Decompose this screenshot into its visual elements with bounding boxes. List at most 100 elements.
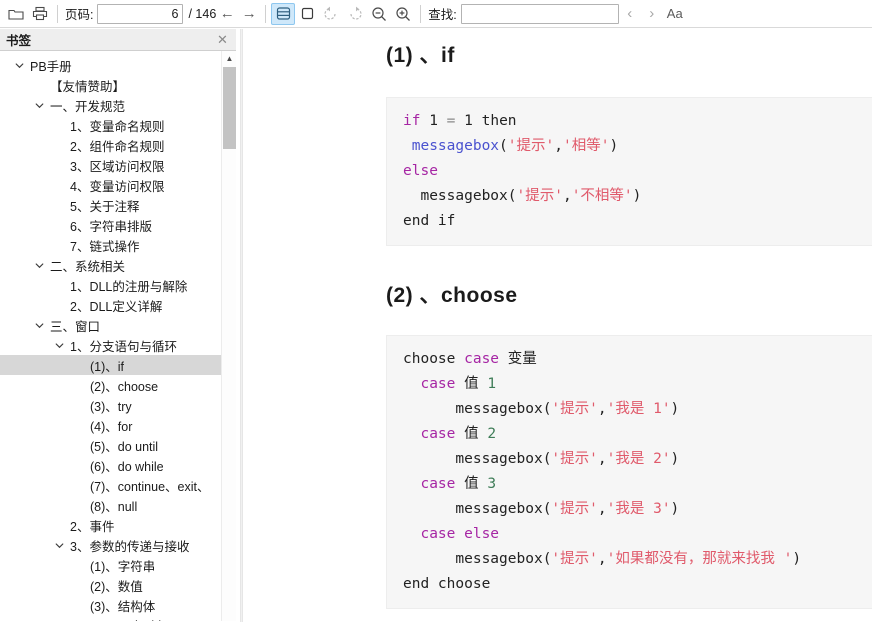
- rotate-left-icon[interactable]: [319, 3, 343, 25]
- bookmark-item[interactable]: (7)、continue、exit、: [0, 475, 221, 495]
- document-viewport[interactable]: (1) 、if if 1 = 1 then messagebox('提示','相…: [245, 29, 872, 622]
- bookmark-item-label: 3、参数的传递与接收: [70, 539, 190, 554]
- bookmark-item[interactable]: (3)、结构体: [0, 595, 221, 615]
- chevron-down-icon[interactable]: [32, 98, 46, 112]
- bookmarks-panel: 书签 ✕ PB手册 【友情赞助】 一、开发规范 1、变量命名规则 2、组件命名规则 3、区…: [0, 29, 236, 622]
- code-line: case 值 2: [403, 422, 872, 447]
- bookmarks-tree-viewport: PB手册 【友情赞助】一、开发规范 1、变量命名规则 2、组件命名规则 3、区域访问权限…: [0, 51, 236, 621]
- code-token-plain: 变量: [499, 351, 537, 367]
- code-token-str: '提示': [551, 501, 598, 517]
- bookmark-item-label: 6、字符串排版: [70, 219, 152, 234]
- bookmark-item[interactable]: 1、DLL的注册与解除: [0, 275, 221, 295]
- code-token-plain: 值: [455, 376, 488, 392]
- bookmark-item[interactable]: 一、开发规范: [0, 95, 221, 115]
- toolbar: 页码: / 146 ← →: [0, 0, 872, 28]
- heading-if: (1) 、if: [386, 44, 455, 67]
- bookmark-item-label: (7)、continue、exit、: [90, 479, 210, 494]
- bookmark-item[interactable]: 2、组件命名规则: [0, 135, 221, 155]
- bookmark-item[interactable]: (3)、try: [0, 395, 221, 415]
- bookmark-item-label: 一、开发规范: [50, 99, 126, 114]
- scrollbar-thumb[interactable]: [223, 67, 236, 149]
- bookmark-item[interactable]: (1)、字符串: [0, 555, 221, 575]
- page-number-input[interactable]: [97, 3, 184, 24]
- code-token-kw: case: [420, 376, 456, 392]
- code-line: messagebox('提示','相等'): [403, 134, 872, 159]
- bookmark-item[interactable]: 4、变量访问权限: [0, 175, 221, 195]
- bookmark-item[interactable]: 2、事件: [0, 515, 221, 535]
- bookmark-item[interactable]: 3、区域访问权限: [0, 155, 221, 175]
- chevron-left-icon[interactable]: ‹: [619, 3, 641, 25]
- chevron-down-icon[interactable]: [32, 258, 46, 272]
- bookmark-item[interactable]: (4)、for: [0, 415, 221, 435]
- bookmark-item-label: 4、变量访问权限: [70, 179, 165, 194]
- bookmark-item[interactable]: (5)、do until: [0, 435, 221, 455]
- zoom-in-icon[interactable]: [391, 3, 415, 25]
- code-token-kw: case else: [420, 526, 500, 542]
- bookmark-item[interactable]: (2)、数值: [0, 575, 221, 595]
- chevron-down-icon[interactable]: [12, 58, 26, 72]
- code-token-plain: ,: [597, 551, 607, 567]
- code-token-str: '相等': [562, 138, 610, 154]
- bookmark-item[interactable]: 6、字符串排版: [0, 215, 221, 235]
- code-token-plain: choose: [403, 351, 465, 367]
- chevron-down-icon[interactable]: [32, 318, 46, 332]
- bookmark-item[interactable]: (1)、if: [0, 355, 221, 375]
- chevron-down-icon[interactable]: [52, 538, 66, 552]
- code-token-plain: 值: [455, 426, 488, 442]
- single-page-view-icon[interactable]: [295, 3, 319, 25]
- folder-open-icon[interactable]: [4, 3, 28, 25]
- code-token-plain: messagebox: [403, 551, 543, 567]
- bookmark-item-label: (4)、用户对象: [90, 616, 168, 622]
- bookmark-item[interactable]: 三、窗口: [0, 315, 221, 335]
- printer-icon[interactable]: [28, 3, 52, 25]
- bookmark-item[interactable]: 7、链式操作: [0, 235, 221, 255]
- chevron-up-icon[interactable]: ▲: [222, 51, 236, 66]
- bookmark-item[interactable]: 1、变量命名规则: [0, 115, 221, 135]
- bookmark-item-label: PB手册: [30, 59, 72, 74]
- two-page-view-icon[interactable]: [271, 2, 296, 25]
- bookmark-item-label: 3、区域访问权限: [70, 159, 165, 174]
- text-options-button[interactable]: Aa: [663, 6, 687, 21]
- bookmarks-scrollbar[interactable]: ▲: [221, 51, 236, 621]
- bookmark-item[interactable]: 二、系统相关: [0, 255, 221, 275]
- code-token-plain: ): [632, 188, 642, 204]
- code-token-kw: case: [420, 476, 456, 492]
- bookmark-item[interactable]: 2、DLL定义详解: [0, 295, 221, 315]
- find-input[interactable]: [460, 3, 619, 24]
- chevron-right-icon[interactable]: ›: [641, 3, 663, 25]
- bookmark-item-label: (2)、choose: [90, 379, 159, 394]
- code-token-plain: ,: [562, 188, 572, 204]
- panel-splitter[interactable]: [240, 29, 243, 622]
- bookmark-item[interactable]: (6)、do while: [0, 455, 221, 475]
- bookmark-item-label: (8)、null: [90, 499, 138, 514]
- bookmark-item[interactable]: (8)、null: [0, 495, 221, 515]
- code-token-plain: ,: [597, 501, 607, 517]
- code-token-plain: end choose: [403, 576, 491, 592]
- bookmark-item[interactable]: (4)、用户对象: [0, 615, 221, 622]
- bookmark-item[interactable]: 【友情赞助】: [0, 75, 221, 95]
- bookmark-item[interactable]: PB手册: [0, 55, 221, 75]
- zoom-out-icon[interactable]: [367, 3, 391, 25]
- bookmark-item[interactable]: 1、分支语句与循环: [0, 335, 221, 355]
- code-token-plain: ,: [554, 138, 563, 154]
- arrow-right-icon[interactable]: →: [238, 3, 260, 25]
- code-token-plain: 值: [455, 476, 488, 492]
- bookmark-item-label: 2、DLL定义详解: [70, 299, 163, 314]
- find-label: 查找:: [428, 8, 457, 22]
- code-token-str: '提示': [551, 551, 598, 567]
- arrow-left-icon[interactable]: ←: [216, 3, 238, 25]
- code-token-kw: else: [403, 163, 438, 179]
- code-token-fn: messagebox: [411, 138, 500, 154]
- bookmark-item[interactable]: 5、关于注释: [0, 195, 221, 215]
- bookmark-item-label: 1、分支语句与循环: [70, 339, 177, 354]
- bookmark-item[interactable]: 3、参数的传递与接收: [0, 535, 221, 555]
- chevron-down-icon[interactable]: [52, 338, 66, 352]
- close-icon[interactable]: ✕: [215, 32, 230, 47]
- rotate-right-icon[interactable]: [343, 3, 367, 25]
- bookmark-item[interactable]: (2)、choose: [0, 375, 221, 395]
- code-token-str: '我是 3': [606, 501, 671, 517]
- bookmark-item-label: 1、DLL的注册与解除: [70, 279, 188, 294]
- bookmark-item-label: 1、变量命名规则: [70, 119, 165, 134]
